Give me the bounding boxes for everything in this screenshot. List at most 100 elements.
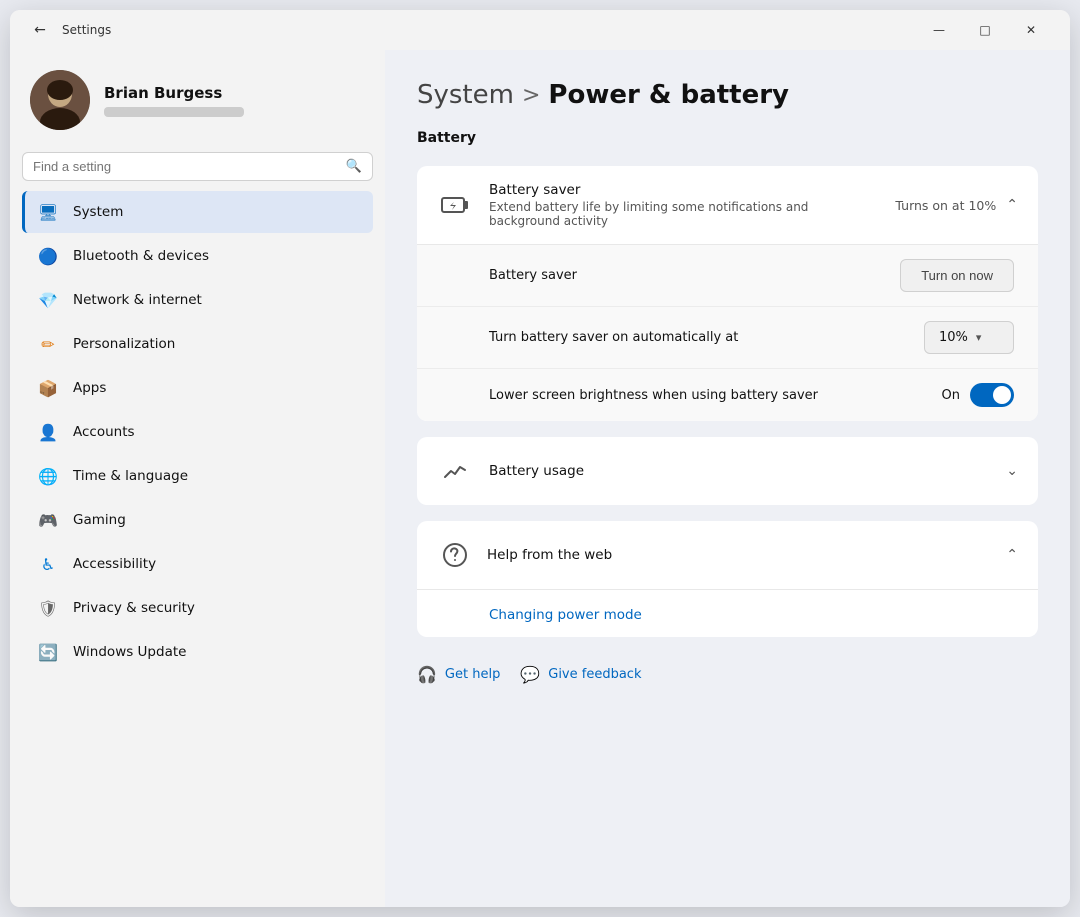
breadcrumb: System > Power & battery — [417, 80, 1038, 110]
sidebar-item-accessibility[interactable]: ♿ Accessibility — [22, 543, 373, 585]
help-header: Help from the web ⌃ — [417, 521, 1038, 590]
user-name: Brian Burgess — [104, 84, 244, 102]
main-content: System > Power & battery Battery — [385, 50, 1070, 907]
battery-saver-desc: Extend battery life by limiting some not… — [489, 200, 879, 228]
close-button[interactable]: ✕ — [1008, 14, 1054, 46]
battery-percentage-dropdown[interactable]: 10% ▾ — [924, 321, 1014, 354]
changing-power-mode-link[interactable]: Changing power mode — [489, 607, 642, 623]
get-help-link[interactable]: 🎧 Get help — [417, 665, 500, 684]
sidebar-item-gaming[interactable]: 🎮 Gaming — [22, 499, 373, 541]
battery-saver-inner-label: Battery saver — [489, 268, 900, 283]
breadcrumb-current: Power & battery — [548, 80, 789, 110]
battery-saver-header-row: Battery saver Extend battery life by lim… — [417, 166, 1038, 245]
content-area: Brian Burgess 🔍 🖥 System 🔵 Bluetooth & d… — [10, 50, 1070, 907]
avatar — [30, 70, 90, 130]
sidebar: Brian Burgess 🔍 🖥 System 🔵 Bluetooth & d… — [10, 50, 385, 907]
user-profile: Brian Burgess — [22, 58, 373, 150]
bluetooth-icon: 🔵 — [37, 245, 59, 267]
minimize-button[interactable]: — — [916, 14, 962, 46]
sidebar-item-label: Time & language — [73, 468, 188, 484]
sidebar-item-privacy[interactable]: 🛡 Privacy & security — [22, 587, 373, 629]
user-info: Brian Burgess — [104, 84, 244, 117]
update-icon: 🔄 — [37, 641, 59, 663]
battery-saver-expanded: Battery saver Turn on now Turn battery s… — [417, 245, 1038, 421]
window-controls: — □ ✕ — [916, 14, 1054, 46]
brightness-state: On — [942, 388, 960, 403]
breadcrumb-separator: > — [522, 83, 540, 108]
battery-saver-icon — [437, 187, 473, 223]
battery-usage-icon — [437, 453, 473, 489]
sidebar-item-update[interactable]: 🔄 Windows Update — [22, 631, 373, 673]
back-button[interactable]: ← — [26, 16, 54, 44]
turns-on-text: Turns on at 10% — [895, 198, 996, 213]
battery-saver-text: Battery saver Extend battery life by lim… — [489, 182, 879, 228]
dropdown-arrow-icon: ▾ — [976, 331, 982, 344]
system-icon: 🖥 — [37, 201, 59, 223]
brightness-label: Lower screen brightness when using batte… — [489, 388, 942, 403]
give-feedback-label: Give feedback — [548, 667, 641, 682]
sidebar-item-time[interactable]: 🌐 Time & language — [22, 455, 373, 497]
settings-window: ← Settings — □ ✕ — [10, 10, 1070, 907]
search-icon: 🔍 — [346, 159, 362, 174]
gaming-icon: 🎮 — [37, 509, 59, 531]
search-box[interactable]: 🔍 — [22, 152, 373, 181]
network-icon: 💎 — [37, 289, 59, 311]
sidebar-item-personalization[interactable]: ✏ Personalization — [22, 323, 373, 365]
battery-section: Battery — [417, 130, 1038, 150]
battery-saver-action: Turns on at 10% ⌃ — [895, 197, 1018, 213]
help-body: Changing power mode — [417, 590, 1038, 637]
sidebar-item-label: Privacy & security — [73, 600, 195, 616]
maximize-button[interactable]: □ — [962, 14, 1008, 46]
battery-percentage-value: 10% — [939, 330, 968, 345]
personalization-icon: ✏ — [37, 333, 59, 355]
sidebar-item-label: System — [73, 204, 123, 220]
sidebar-item-bluetooth[interactable]: 🔵 Bluetooth & devices — [22, 235, 373, 277]
battery-usage-card: Battery usage ⌄ — [417, 437, 1038, 505]
sidebar-item-label: Gaming — [73, 512, 126, 528]
sidebar-item-label: Network & internet — [73, 292, 202, 308]
breadcrumb-system[interactable]: System — [417, 80, 514, 110]
battery-usage-label: Battery usage — [489, 463, 990, 479]
footer-links: 🎧 Get help 💬 Give feedback — [417, 653, 1038, 688]
battery-saver-label: Battery saver — [489, 182, 879, 198]
sidebar-item-label: Windows Update — [73, 644, 186, 660]
battery-saver-inner-row: Battery saver Turn on now — [417, 245, 1038, 307]
battery-saver-card: Battery saver Extend battery life by lim… — [417, 166, 1038, 421]
brightness-toggle[interactable] — [970, 383, 1014, 407]
user-sub-info — [104, 107, 244, 117]
auto-battery-label: Turn battery saver on automatically at — [489, 330, 924, 345]
brightness-toggle-wrap: On — [942, 383, 1014, 407]
sidebar-item-label: Personalization — [73, 336, 175, 352]
give-feedback-icon: 💬 — [520, 665, 540, 684]
sidebar-item-label: Accessibility — [73, 556, 156, 572]
sidebar-item-label: Apps — [73, 380, 106, 396]
sidebar-item-label: Accounts — [73, 424, 135, 440]
battery-usage-row: Battery usage ⌄ — [417, 437, 1038, 505]
privacy-icon: 🛡 — [37, 597, 59, 619]
help-icon — [437, 537, 473, 573]
help-card: Help from the web ⌃ Changing power mode — [417, 521, 1038, 637]
sidebar-item-apps[interactable]: 📦 Apps — [22, 367, 373, 409]
accessibility-icon: ♿ — [37, 553, 59, 575]
sidebar-item-accounts[interactable]: 👤 Accounts — [22, 411, 373, 453]
time-icon: 🌐 — [37, 465, 59, 487]
give-feedback-link[interactable]: 💬 Give feedback — [520, 665, 641, 684]
window-title: Settings — [62, 23, 111, 37]
search-input[interactable] — [33, 159, 338, 174]
accounts-icon: 👤 — [37, 421, 59, 443]
turn-on-now-button[interactable]: Turn on now — [900, 259, 1014, 292]
battery-usage-chevron-icon[interactable]: ⌄ — [1006, 463, 1018, 479]
turn-on-action: Turn on now — [900, 259, 1014, 292]
toggle-knob — [993, 386, 1011, 404]
titlebar: ← Settings — □ ✕ — [10, 10, 1070, 50]
get-help-label: Get help — [445, 667, 500, 682]
brightness-row: Lower screen brightness when using batte… — [417, 369, 1038, 421]
help-label: Help from the web — [487, 547, 992, 563]
chevron-up-icon[interactable]: ⌃ — [1006, 197, 1018, 213]
sidebar-item-network[interactable]: 💎 Network & internet — [22, 279, 373, 321]
help-chevron-up-icon[interactable]: ⌃ — [1006, 547, 1018, 563]
sidebar-item-label: Bluetooth & devices — [73, 248, 209, 264]
auto-battery-saver-row: Turn battery saver on automatically at 1… — [417, 307, 1038, 369]
get-help-icon: 🎧 — [417, 665, 437, 684]
sidebar-item-system[interactable]: 🖥 System — [22, 191, 373, 233]
